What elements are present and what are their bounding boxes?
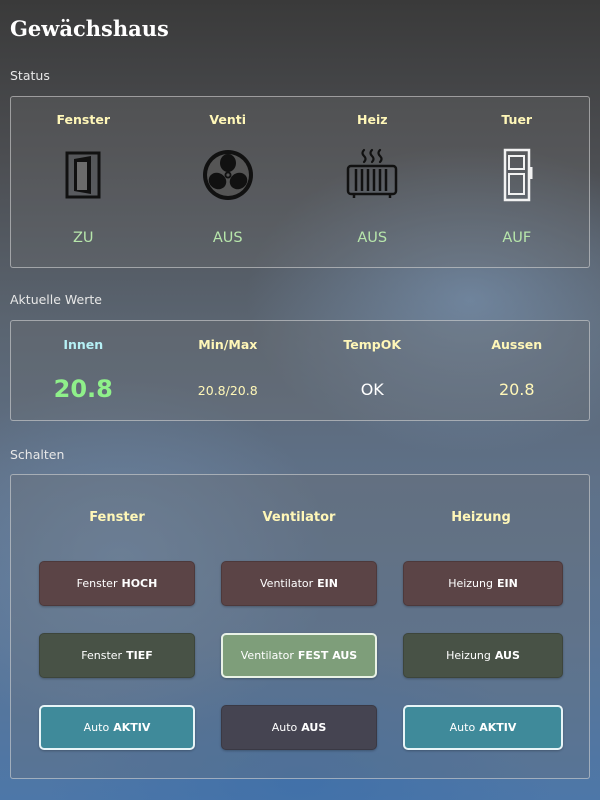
button-state: AUS <box>494 649 520 662</box>
status-label: Venti <box>209 112 247 127</box>
status-state: AUS <box>212 230 243 246</box>
value-aussen: Aussen 20.8 <box>445 321 590 420</box>
status-state: ZU <box>72 230 94 246</box>
button-state: AKTIV <box>479 721 517 734</box>
button-state: AUS <box>301 721 327 734</box>
ventilator-fest-aus-button[interactable]: Ventilator FEST AUS <box>221 633 377 678</box>
ventilator-auto-button[interactable]: Auto AUS <box>221 705 377 750</box>
value-innen: Innen 20.8 <box>11 321 156 420</box>
values-panel: Innen 20.8 Min/Max 20.8/20.8 TempOK OK A… <box>10 320 590 421</box>
switches-panel: Fenster Ventilator Heizung Fenster HOCH F… <box>10 474 590 779</box>
fan-icon <box>200 147 256 203</box>
section-label-status: Status <box>10 68 50 83</box>
button-prefix: Auto <box>271 721 298 734</box>
button-prefix: Heizung <box>448 577 493 590</box>
value-label: Innen <box>63 337 104 352</box>
fenster-auto-button[interactable]: Auto AKTIV <box>39 705 195 750</box>
heater-icon <box>344 147 400 203</box>
value-innen-temp: 20.8 <box>53 375 113 403</box>
button-state: EIN <box>317 577 338 590</box>
switch-column-ventilator: Ventilator <box>262 510 336 525</box>
status-state: AUF <box>502 230 532 246</box>
status-panel: Fenster ZU Venti AUS Heiz AUS Tuer AUF <box>10 96 590 268</box>
button-prefix: Heizung <box>446 649 491 662</box>
value-label: Min/Max <box>198 337 258 352</box>
button-prefix: Auto <box>449 721 476 734</box>
status-label: Heiz <box>357 112 388 127</box>
heizung-ein-button[interactable]: Heizung EIN <box>403 561 563 606</box>
section-label-switches: Schalten <box>10 447 65 462</box>
value-tempok-state: OK <box>360 380 384 399</box>
heizung-aus-button[interactable]: Heizung AUS <box>403 633 563 678</box>
button-state: EIN <box>496 577 518 590</box>
door-icon <box>489 147 545 203</box>
button-state: TIEF <box>126 649 153 662</box>
ventilator-ein-button[interactable]: Ventilator EIN <box>221 561 377 606</box>
button-state: AKTIV <box>113 721 151 734</box>
switch-column-heizung: Heizung <box>451 510 511 525</box>
page-title: Gewächshaus <box>10 16 169 41</box>
value-label: TempOK <box>343 337 402 352</box>
window-icon <box>55 147 111 203</box>
value-minmax-temp: 20.8/20.8 <box>197 383 258 398</box>
status-venti: Venti AUS <box>156 97 301 267</box>
button-state: HOCH <box>121 577 158 590</box>
value-minmax: Min/Max 20.8/20.8 <box>156 321 301 420</box>
status-label: Tuer <box>501 112 533 127</box>
switch-column-fenster: Fenster <box>89 510 145 525</box>
button-state: FEST AUS <box>297 649 358 662</box>
button-prefix: Fenster <box>76 577 118 590</box>
button-prefix: Auto <box>83 721 110 734</box>
status-tuer: Tuer AUF <box>445 97 590 267</box>
heizung-auto-button[interactable]: Auto AKTIV <box>403 705 563 750</box>
section-label-values: Aktuelle Werte <box>10 292 102 307</box>
value-aussen-temp: 20.8 <box>498 380 535 399</box>
status-label: Fenster <box>56 112 110 127</box>
status-state: AUS <box>357 230 388 246</box>
fenster-tief-button[interactable]: Fenster TIEF <box>39 633 195 678</box>
fenster-hoch-button[interactable]: Fenster HOCH <box>39 561 195 606</box>
button-prefix: Ventilator <box>240 649 294 662</box>
button-prefix: Ventilator <box>260 577 314 590</box>
status-fenster: Fenster ZU <box>11 97 156 267</box>
button-prefix: Fenster <box>81 649 123 662</box>
value-tempok: TempOK OK <box>300 321 445 420</box>
value-label: Aussen <box>491 337 543 352</box>
status-heiz: Heiz AUS <box>300 97 445 267</box>
